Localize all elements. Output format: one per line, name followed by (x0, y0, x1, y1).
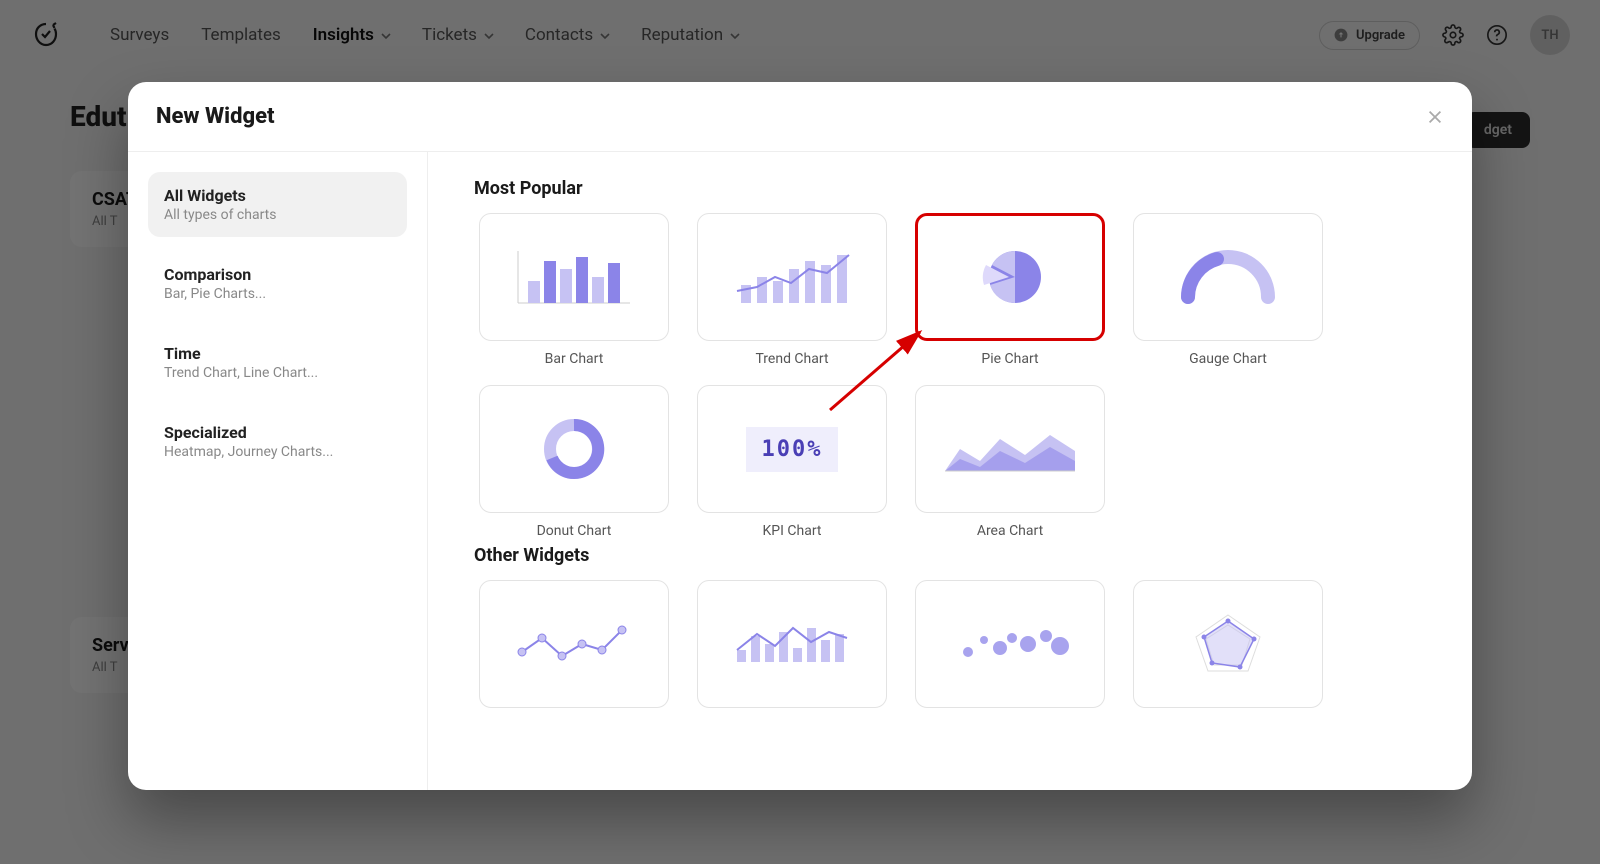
bar-chart-icon (479, 213, 669, 341)
category-label: All Widgets (164, 186, 391, 205)
widget-bar-chart[interactable]: Bar Chart (474, 213, 674, 367)
category-specialized[interactable]: Specialized Heatmap, Journey Charts... (148, 409, 407, 474)
widget-gauge-chart[interactable]: Gauge Chart (1128, 213, 1328, 367)
widget-category-sidebar: All Widgets All types of charts Comparison… (128, 152, 428, 790)
widget-label: Trend Chart (755, 351, 828, 367)
category-sub: Trend Chart, Line Chart... (164, 365, 391, 381)
widget-pie-chart[interactable]: Pie Chart (910, 213, 1110, 367)
section-title: Most Popular (474, 178, 1426, 199)
category-label: Time (164, 344, 391, 363)
gauge-chart-icon (1133, 213, 1323, 341)
widget-area-chart[interactable]: Area Chart (910, 385, 1110, 539)
widget-gallery: Most Popular Bar Chart Trend Chart Pie Char… (428, 152, 1472, 790)
widget-label: Area Chart (977, 523, 1043, 539)
widget-label: Gauge Chart (1189, 351, 1267, 367)
category-comparison[interactable]: Comparison Bar, Pie Charts... (148, 251, 407, 316)
kpi-chart-icon: 100% (697, 385, 887, 513)
widget-label: Donut Chart (537, 523, 612, 539)
donut-chart-icon (479, 385, 669, 513)
widget-donut-chart[interactable]: Donut Chart (474, 385, 674, 539)
pie-chart-icon (915, 213, 1105, 341)
category-sub: All types of charts (164, 207, 391, 223)
category-all-widgets[interactable]: All Widgets All types of charts (148, 172, 407, 237)
combo-chart-icon (697, 580, 887, 708)
widget-label: Bar Chart (545, 351, 604, 367)
widget-bubble[interactable] (910, 580, 1110, 708)
widget-label: Pie Chart (981, 351, 1038, 367)
category-time[interactable]: Time Trend Chart, Line Chart... (148, 330, 407, 395)
trend-chart-icon (697, 213, 887, 341)
section-title: Other Widgets (474, 545, 1426, 566)
area-chart-icon (915, 385, 1105, 513)
widget-line[interactable] (474, 580, 674, 708)
new-widget-modal: New Widget All Widgets All types of chart… (128, 82, 1472, 790)
category-sub: Bar, Pie Charts... (164, 286, 391, 302)
widget-label: KPI Chart (762, 523, 821, 539)
category-sub: Heatmap, Journey Charts... (164, 444, 391, 460)
modal-title: New Widget (156, 104, 275, 129)
line-chart-icon (479, 580, 669, 708)
radar-chart-icon (1133, 580, 1323, 708)
close-icon[interactable] (1426, 108, 1444, 126)
category-label: Comparison (164, 265, 391, 284)
widget-radar[interactable] (1128, 580, 1328, 708)
modal-header: New Widget (128, 82, 1472, 152)
bubble-chart-icon (915, 580, 1105, 708)
widget-trend-chart[interactable]: Trend Chart (692, 213, 892, 367)
category-label: Specialized (164, 423, 391, 442)
widget-combo[interactable] (692, 580, 892, 708)
widget-kpi-chart[interactable]: 100% KPI Chart (692, 385, 892, 539)
